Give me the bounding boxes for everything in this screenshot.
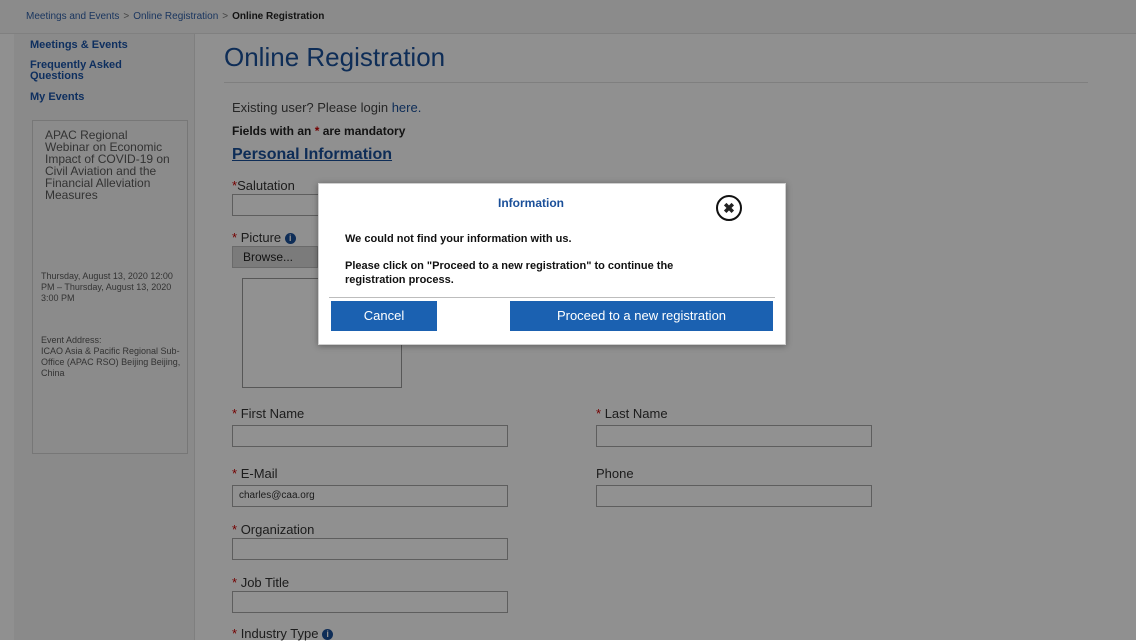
dialog-instruction: Please click on "Proceed to a new regist… xyxy=(345,260,674,286)
information-dialog: Information ✖ We could not find your inf… xyxy=(318,183,786,345)
dialog-title: Information xyxy=(498,196,564,210)
proceed-new-registration-button[interactable]: Proceed to a new registration xyxy=(510,301,773,331)
dialog-divider xyxy=(329,297,775,298)
dialog-message: We could not find your information with … xyxy=(345,233,572,245)
cancel-button[interactable]: Cancel xyxy=(331,301,437,331)
close-icon[interactable]: ✖ xyxy=(716,195,742,221)
